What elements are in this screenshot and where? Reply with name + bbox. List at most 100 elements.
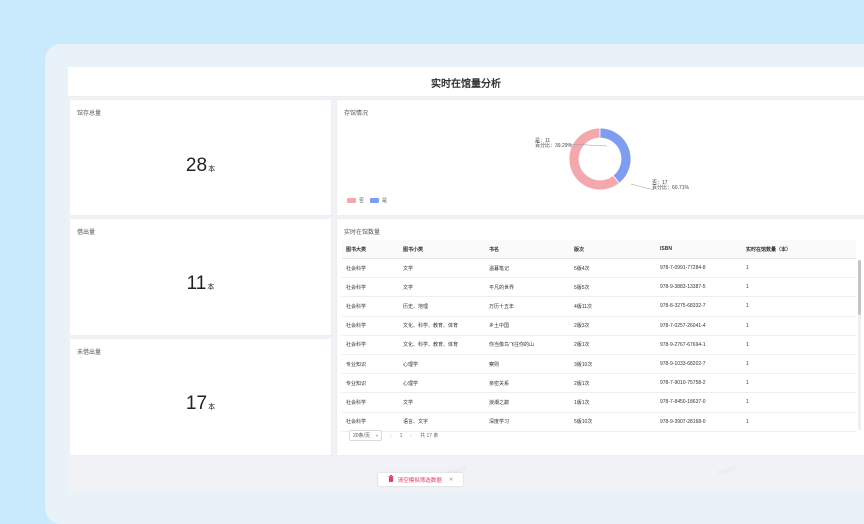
column-header-subcategory[interactable]: 图书小类 [399,240,485,259]
cell-isbn: 978-7-9010-75758-2 [656,373,742,394]
cell-subcategory: 文化、科学、教育、体育 [399,316,485,336]
cell-isbn: 978-7-8450-18637-0 [656,392,742,413]
cell-title: 深度学习 [485,412,570,432]
borrowed-card: 借出量 11本 [70,219,331,335]
column-header-edition[interactable]: 版次 [570,240,656,259]
cell-edition: 5版10次 [570,412,656,432]
trash-icon[interactable] [388,475,394,484]
table-row[interactable]: 专业知识 心理学 察则 3版10次 978-9-1033-68202-7 1 [342,354,856,375]
table-row[interactable]: 社会科学 文学 浪潮之巅 1版1次 978-7-8450-18637-0 1 [342,392,856,413]
next-page-button[interactable]: › [410,433,412,439]
scrollbar-thumb[interactable] [858,260,861,315]
cell-count: 1 [742,335,856,355]
table-title: 实时在馆数量 [344,230,381,236]
cell-title: 亲密关系 [485,373,570,394]
donut-slice-yes[interactable] [599,127,632,184]
legend-swatch-yes [370,198,380,203]
cell-subcategory: 心理学 [399,373,485,394]
unborrowed-title: 未借出量 [77,350,102,356]
cell-count: 1 [742,373,856,394]
cell-title: 乡土中国 [485,316,570,336]
table-row[interactable]: 专业知识 心理学 亲密关系 2版1次 978-7-9010-75758-2 1 [342,373,856,394]
table-row[interactable]: 社会科学 文学 平凡的世界 5版5次 978-9-3883-13387-5 1 [342,277,856,298]
books-table: 图书大类 图书小类 书名 版次 ISBN 实时在馆数量（本） 社会科学 文学 温暮笔… [342,240,856,432]
page-size-select[interactable]: 20条/页 ▾ [349,430,382,441]
cell-subcategory: 文学 [399,392,485,413]
cell-count: 1 [742,412,856,432]
pagination: 20条/页 ▾ ‹ 1 › 共 17 条 [349,430,438,441]
dashboard-screen: 数据统计 数据统计 数据统计 数据统计 数据统计 数据统计 数据统计 数据统计 … [68,67,864,492]
cell-isbn: 978-7-0257-26041-4 [656,316,742,336]
cell-count: 1 [742,392,856,413]
close-icon[interactable]: ✕ [449,477,454,483]
borrowed-number: 11 [186,273,207,294]
cell-count: 1 [742,277,856,298]
cell-subcategory: 历史、地理 [399,296,485,317]
cell-category: 社会科学 [342,277,399,298]
cell-subcategory: 心理学 [399,354,485,375]
cell-count: 1 [742,296,856,317]
realtime-table-panel: 实时在馆数量 图书大类 图书小类 书名 版次 ISBN 实时在馆数量（本） 社会… [337,219,864,455]
table-row[interactable]: 社会科学 文化、科学、教育、体育 你当像鸟飞往你的山 2版1次 978-9-2767-6… [342,335,856,355]
inventory-title: 馆存总量 [77,111,102,117]
table-row[interactable]: 社会科学 历史、地理 万历十五年 4版11次 978-8-3275-68332-7 1 [342,296,856,317]
unborrowed-value: 17本 [70,393,331,415]
cell-category: 社会科学 [342,296,399,317]
total-count: 共 17 条 [420,433,439,439]
cell-category: 社会科学 [342,392,399,413]
table-row[interactable]: 社会科学 语言、文字 深度学习 5版10次 978-9-3907-28168-0 1 [342,412,856,432]
inventory-value: 28本 [70,155,331,177]
inventory-card: 馆存总量 28本 [70,100,331,215]
cell-edition: 1版1次 [570,392,656,413]
cell-category: 社会科学 [342,335,399,355]
cell-category: 专业知识 [342,354,399,375]
unborrowed-unit: 本 [208,404,216,411]
yes-pct-text: 百分比：39.29% [535,143,572,149]
no-label-leader [630,183,655,191]
cell-title: 察则 [485,354,570,375]
cell-subcategory: 文学 [399,277,485,298]
table-scrollbar[interactable] [858,260,861,430]
cell-edition: 2版1次 [570,335,656,355]
cell-isbn: 978-9-3907-28168-0 [656,412,742,432]
page-size-value: 20条/页 [353,433,370,439]
storage-chart-panel: 存馆情况 是：11 百分比：39.29% 否：17 百分比：60.71% 否 是 [337,100,864,215]
cell-title: 万历十五年 [485,296,570,317]
page-number-1[interactable]: 1 [400,433,403,439]
donut-chart [568,127,655,191]
inventory-unit: 本 [208,166,216,173]
cell-isbn: 978-9-3883-13387-5 [656,277,742,298]
legend-item-no[interactable]: 否 [347,197,364,204]
table-row[interactable]: 社会科学 文学 温暮笔记 5版4次 978-7-0991-77284-8 1 [342,258,856,279]
no-slice-label: 否：17 百分比：60.71% [652,181,689,191]
yes-slice-label: 是：11 百分比：39.29% [535,139,572,149]
legend-swatch-no [347,198,356,203]
cell-title: 温暮笔记 [485,258,570,279]
cell-count: 1 [742,258,856,279]
table-row[interactable]: 社会科学 文化、科学、教育、体育 乡土中国 2版3次 978-7-0257-26041-… [342,316,856,336]
column-header-count[interactable]: 实时在馆数量（本） [742,240,856,259]
reset-filter-button[interactable]: 清空模拟筛选数据 [398,476,442,484]
legend-label-no: 否 [359,198,365,204]
reset-filter-bar: 清空模拟筛选数据 ✕ [378,473,463,486]
cell-subcategory: 文化、科学、教育、体育 [399,335,485,355]
cell-category: 专业知识 [342,373,399,394]
column-header-title[interactable]: 书名 [485,240,570,259]
cell-isbn: 978-9-1033-68202-7 [656,354,742,375]
watermark: 数据统计 [717,465,739,477]
cell-count: 1 [742,354,856,375]
cell-count: 1 [742,316,856,336]
column-header-isbn[interactable]: ISBN [656,240,742,259]
prev-page-button[interactable]: ‹ [390,433,392,439]
title-bar: 实时在馆量分析 [68,67,864,96]
cell-subcategory: 语言、文字 [399,412,485,432]
column-header-category[interactable]: 图书大类 [342,240,399,259]
cell-subcategory: 文学 [399,258,485,279]
cell-edition: 2版1次 [570,373,656,394]
cell-edition: 3版10次 [570,354,656,375]
chevron-down-icon: ▾ [375,433,378,438]
cell-isbn: 978-7-0991-77284-8 [656,258,742,279]
cell-title: 你当像鸟飞往你的山 [485,335,570,355]
unborrowed-number: 17 [185,393,208,414]
legend-item-yes[interactable]: 是 [370,197,387,204]
